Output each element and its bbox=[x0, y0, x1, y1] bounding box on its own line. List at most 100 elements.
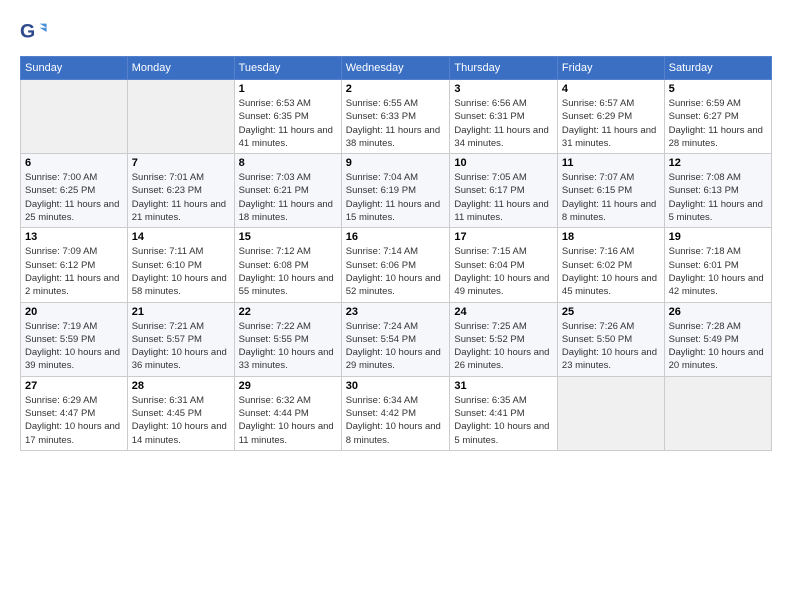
day-info: Sunrise: 7:04 AMSunset: 6:19 PMDaylight:… bbox=[346, 171, 446, 224]
day-number: 1 bbox=[239, 83, 337, 95]
weekday-header: Saturday bbox=[664, 57, 771, 80]
day-info: Sunrise: 7:25 AMSunset: 5:52 PMDaylight:… bbox=[454, 320, 553, 373]
calendar-week: 1 Sunrise: 6:53 AMSunset: 6:35 PMDaylight… bbox=[21, 80, 772, 154]
calendar-cell: 13Sunrise: 7:09 AMSunset: 6:12 PMDayligh… bbox=[21, 228, 128, 302]
day-number: 27 bbox=[25, 380, 123, 392]
svg-text:G: G bbox=[20, 21, 35, 43]
day-number: 12 bbox=[669, 157, 767, 169]
day-info: Sunrise: 6:59 AMSunset: 6:27 PMDaylight:… bbox=[669, 97, 767, 150]
day-info: Sunrise: 7:14 AMSunset: 6:06 PMDaylight:… bbox=[346, 245, 446, 298]
day-info: Sunrise: 7:11 AMSunset: 6:10 PMDaylight:… bbox=[132, 245, 230, 298]
day-number: 26 bbox=[669, 306, 767, 318]
day-number: 25 bbox=[562, 306, 660, 318]
day-number: 19 bbox=[669, 231, 767, 243]
calendar-cell: 16 Sunrise: 7:14 AMSunset: 6:06 PMDayligh… bbox=[341, 228, 450, 302]
day-info: Sunrise: 7:28 AMSunset: 5:49 PMDaylight:… bbox=[669, 320, 767, 373]
calendar-cell: 29 Sunrise: 6:32 AMSunset: 4:44 PMDayligh… bbox=[234, 376, 341, 450]
day-number: 24 bbox=[454, 306, 553, 318]
calendar-cell: 28Sunrise: 6:31 AMSunset: 4:45 PMDayligh… bbox=[127, 376, 234, 450]
day-info: Sunrise: 6:56 AMSunset: 6:31 PMDaylight:… bbox=[454, 97, 553, 150]
day-number: 23 bbox=[346, 306, 446, 318]
day-info: Sunrise: 6:53 AMSunset: 6:35 PMDaylight:… bbox=[239, 97, 337, 150]
calendar-cell: 27 Sunrise: 6:29 AMSunset: 4:47 PMDayligh… bbox=[21, 376, 128, 450]
day-info: Sunrise: 7:01 AMSunset: 6:23 PMDaylight:… bbox=[132, 171, 230, 224]
calendar-cell: 17Sunrise: 7:15 AMSunset: 6:04 PMDayligh… bbox=[450, 228, 558, 302]
calendar-cell: 31Sunrise: 6:35 AMSunset: 4:41 PMDayligh… bbox=[450, 376, 558, 450]
calendar-week: 27 Sunrise: 6:29 AMSunset: 4:47 PMDayligh… bbox=[21, 376, 772, 450]
calendar-cell: 12 Sunrise: 7:08 AMSunset: 6:13 PMDayligh… bbox=[664, 154, 771, 228]
page-header: G bbox=[20, 18, 772, 46]
day-info: Sunrise: 7:21 AMSunset: 5:57 PMDaylight:… bbox=[132, 320, 230, 373]
day-info: Sunrise: 7:24 AMSunset: 5:54 PMDaylight:… bbox=[346, 320, 446, 373]
calendar-cell: 25 Sunrise: 7:26 AMSunset: 5:50 PMDayligh… bbox=[557, 302, 664, 376]
day-info: Sunrise: 6:29 AMSunset: 4:47 PMDaylight:… bbox=[25, 394, 123, 447]
day-number: 3 bbox=[454, 83, 553, 95]
day-info: Sunrise: 7:18 AMSunset: 6:01 PMDaylight:… bbox=[669, 245, 767, 298]
logo-icon: G bbox=[20, 18, 48, 46]
day-number: 11 bbox=[562, 157, 660, 169]
day-number: 17 bbox=[454, 231, 553, 243]
calendar-week: 13Sunrise: 7:09 AMSunset: 6:12 PMDayligh… bbox=[21, 228, 772, 302]
weekday-header: Thursday bbox=[450, 57, 558, 80]
day-info: Sunrise: 7:09 AMSunset: 6:12 PMDaylight:… bbox=[25, 245, 123, 298]
day-info: Sunrise: 7:05 AMSunset: 6:17 PMDaylight:… bbox=[454, 171, 553, 224]
calendar-cell: 3 Sunrise: 6:56 AMSunset: 6:31 PMDaylight… bbox=[450, 80, 558, 154]
calendar-cell: 4Sunrise: 6:57 AMSunset: 6:29 PMDaylight… bbox=[557, 80, 664, 154]
calendar-week: 20Sunrise: 7:19 AMSunset: 5:59 PMDayligh… bbox=[21, 302, 772, 376]
calendar-page: G SundayMondayTuesdayWednesdayThursdayFr… bbox=[0, 0, 792, 461]
day-number: 21 bbox=[132, 306, 230, 318]
calendar-cell: 24 Sunrise: 7:25 AMSunset: 5:52 PMDayligh… bbox=[450, 302, 558, 376]
calendar-cell bbox=[664, 376, 771, 450]
day-info: Sunrise: 7:00 AMSunset: 6:25 PMDaylight:… bbox=[25, 171, 123, 224]
day-number: 15 bbox=[239, 231, 337, 243]
day-number: 4 bbox=[562, 83, 660, 95]
calendar-cell bbox=[21, 80, 128, 154]
calendar-cell: 9 Sunrise: 7:04 AMSunset: 6:19 PMDaylight… bbox=[341, 154, 450, 228]
calendar-cell: 30Sunrise: 6:34 AMSunset: 4:42 PMDayligh… bbox=[341, 376, 450, 450]
calendar-header: SundayMondayTuesdayWednesdayThursdayFrid… bbox=[21, 57, 772, 80]
calendar-cell: 6 Sunrise: 7:00 AMSunset: 6:25 PMDaylight… bbox=[21, 154, 128, 228]
day-number: 7 bbox=[132, 157, 230, 169]
weekday-header: Tuesday bbox=[234, 57, 341, 80]
day-number: 18 bbox=[562, 231, 660, 243]
day-number: 22 bbox=[239, 306, 337, 318]
calendar-week: 6 Sunrise: 7:00 AMSunset: 6:25 PMDaylight… bbox=[21, 154, 772, 228]
calendar-cell: 2Sunrise: 6:55 AMSunset: 6:33 PMDaylight… bbox=[341, 80, 450, 154]
day-info: Sunrise: 6:55 AMSunset: 6:33 PMDaylight:… bbox=[346, 97, 446, 150]
calendar-cell: 21 Sunrise: 7:21 AMSunset: 5:57 PMDayligh… bbox=[127, 302, 234, 376]
calendar-cell: 26 Sunrise: 7:28 AMSunset: 5:49 PMDayligh… bbox=[664, 302, 771, 376]
day-info: Sunrise: 7:07 AMSunset: 6:15 PMDaylight:… bbox=[562, 171, 660, 224]
day-number: 6 bbox=[25, 157, 123, 169]
day-info: Sunrise: 6:32 AMSunset: 4:44 PMDaylight:… bbox=[239, 394, 337, 447]
day-info: Sunrise: 7:26 AMSunset: 5:50 PMDaylight:… bbox=[562, 320, 660, 373]
logo: G bbox=[20, 18, 50, 46]
calendar-cell: 19 Sunrise: 7:18 AMSunset: 6:01 PMDayligh… bbox=[664, 228, 771, 302]
day-number: 29 bbox=[239, 380, 337, 392]
calendar-cell bbox=[127, 80, 234, 154]
calendar-cell: 18Sunrise: 7:16 AMSunset: 6:02 PMDayligh… bbox=[557, 228, 664, 302]
calendar-cell: 20Sunrise: 7:19 AMSunset: 5:59 PMDayligh… bbox=[21, 302, 128, 376]
day-number: 14 bbox=[132, 231, 230, 243]
weekday-header: Sunday bbox=[21, 57, 128, 80]
calendar-cell: 15 Sunrise: 7:12 AMSunset: 6:08 PMDayligh… bbox=[234, 228, 341, 302]
calendar-cell: 7 Sunrise: 7:01 AMSunset: 6:23 PMDaylight… bbox=[127, 154, 234, 228]
calendar-table: SundayMondayTuesdayWednesdayThursdayFrid… bbox=[20, 56, 772, 451]
day-info: Sunrise: 7:08 AMSunset: 6:13 PMDaylight:… bbox=[669, 171, 767, 224]
calendar-cell: 10 Sunrise: 7:05 AMSunset: 6:17 PMDayligh… bbox=[450, 154, 558, 228]
day-info: Sunrise: 7:12 AMSunset: 6:08 PMDaylight:… bbox=[239, 245, 337, 298]
day-info: Sunrise: 7:22 AMSunset: 5:55 PMDaylight:… bbox=[239, 320, 337, 373]
weekday-header: Friday bbox=[557, 57, 664, 80]
weekday-header: Monday bbox=[127, 57, 234, 80]
day-number: 9 bbox=[346, 157, 446, 169]
calendar-cell: 1 Sunrise: 6:53 AMSunset: 6:35 PMDaylight… bbox=[234, 80, 341, 154]
day-number: 16 bbox=[346, 231, 446, 243]
calendar-cell: 5 Sunrise: 6:59 AMSunset: 6:27 PMDaylight… bbox=[664, 80, 771, 154]
calendar-cell bbox=[557, 376, 664, 450]
weekday-row: SundayMondayTuesdayWednesdayThursdayFrid… bbox=[21, 57, 772, 80]
day-info: Sunrise: 7:03 AMSunset: 6:21 PMDaylight:… bbox=[239, 171, 337, 224]
day-number: 5 bbox=[669, 83, 767, 95]
weekday-header: Wednesday bbox=[341, 57, 450, 80]
calendar-cell: 11 Sunrise: 7:07 AMSunset: 6:15 PMDayligh… bbox=[557, 154, 664, 228]
day-number: 10 bbox=[454, 157, 553, 169]
day-number: 8 bbox=[239, 157, 337, 169]
